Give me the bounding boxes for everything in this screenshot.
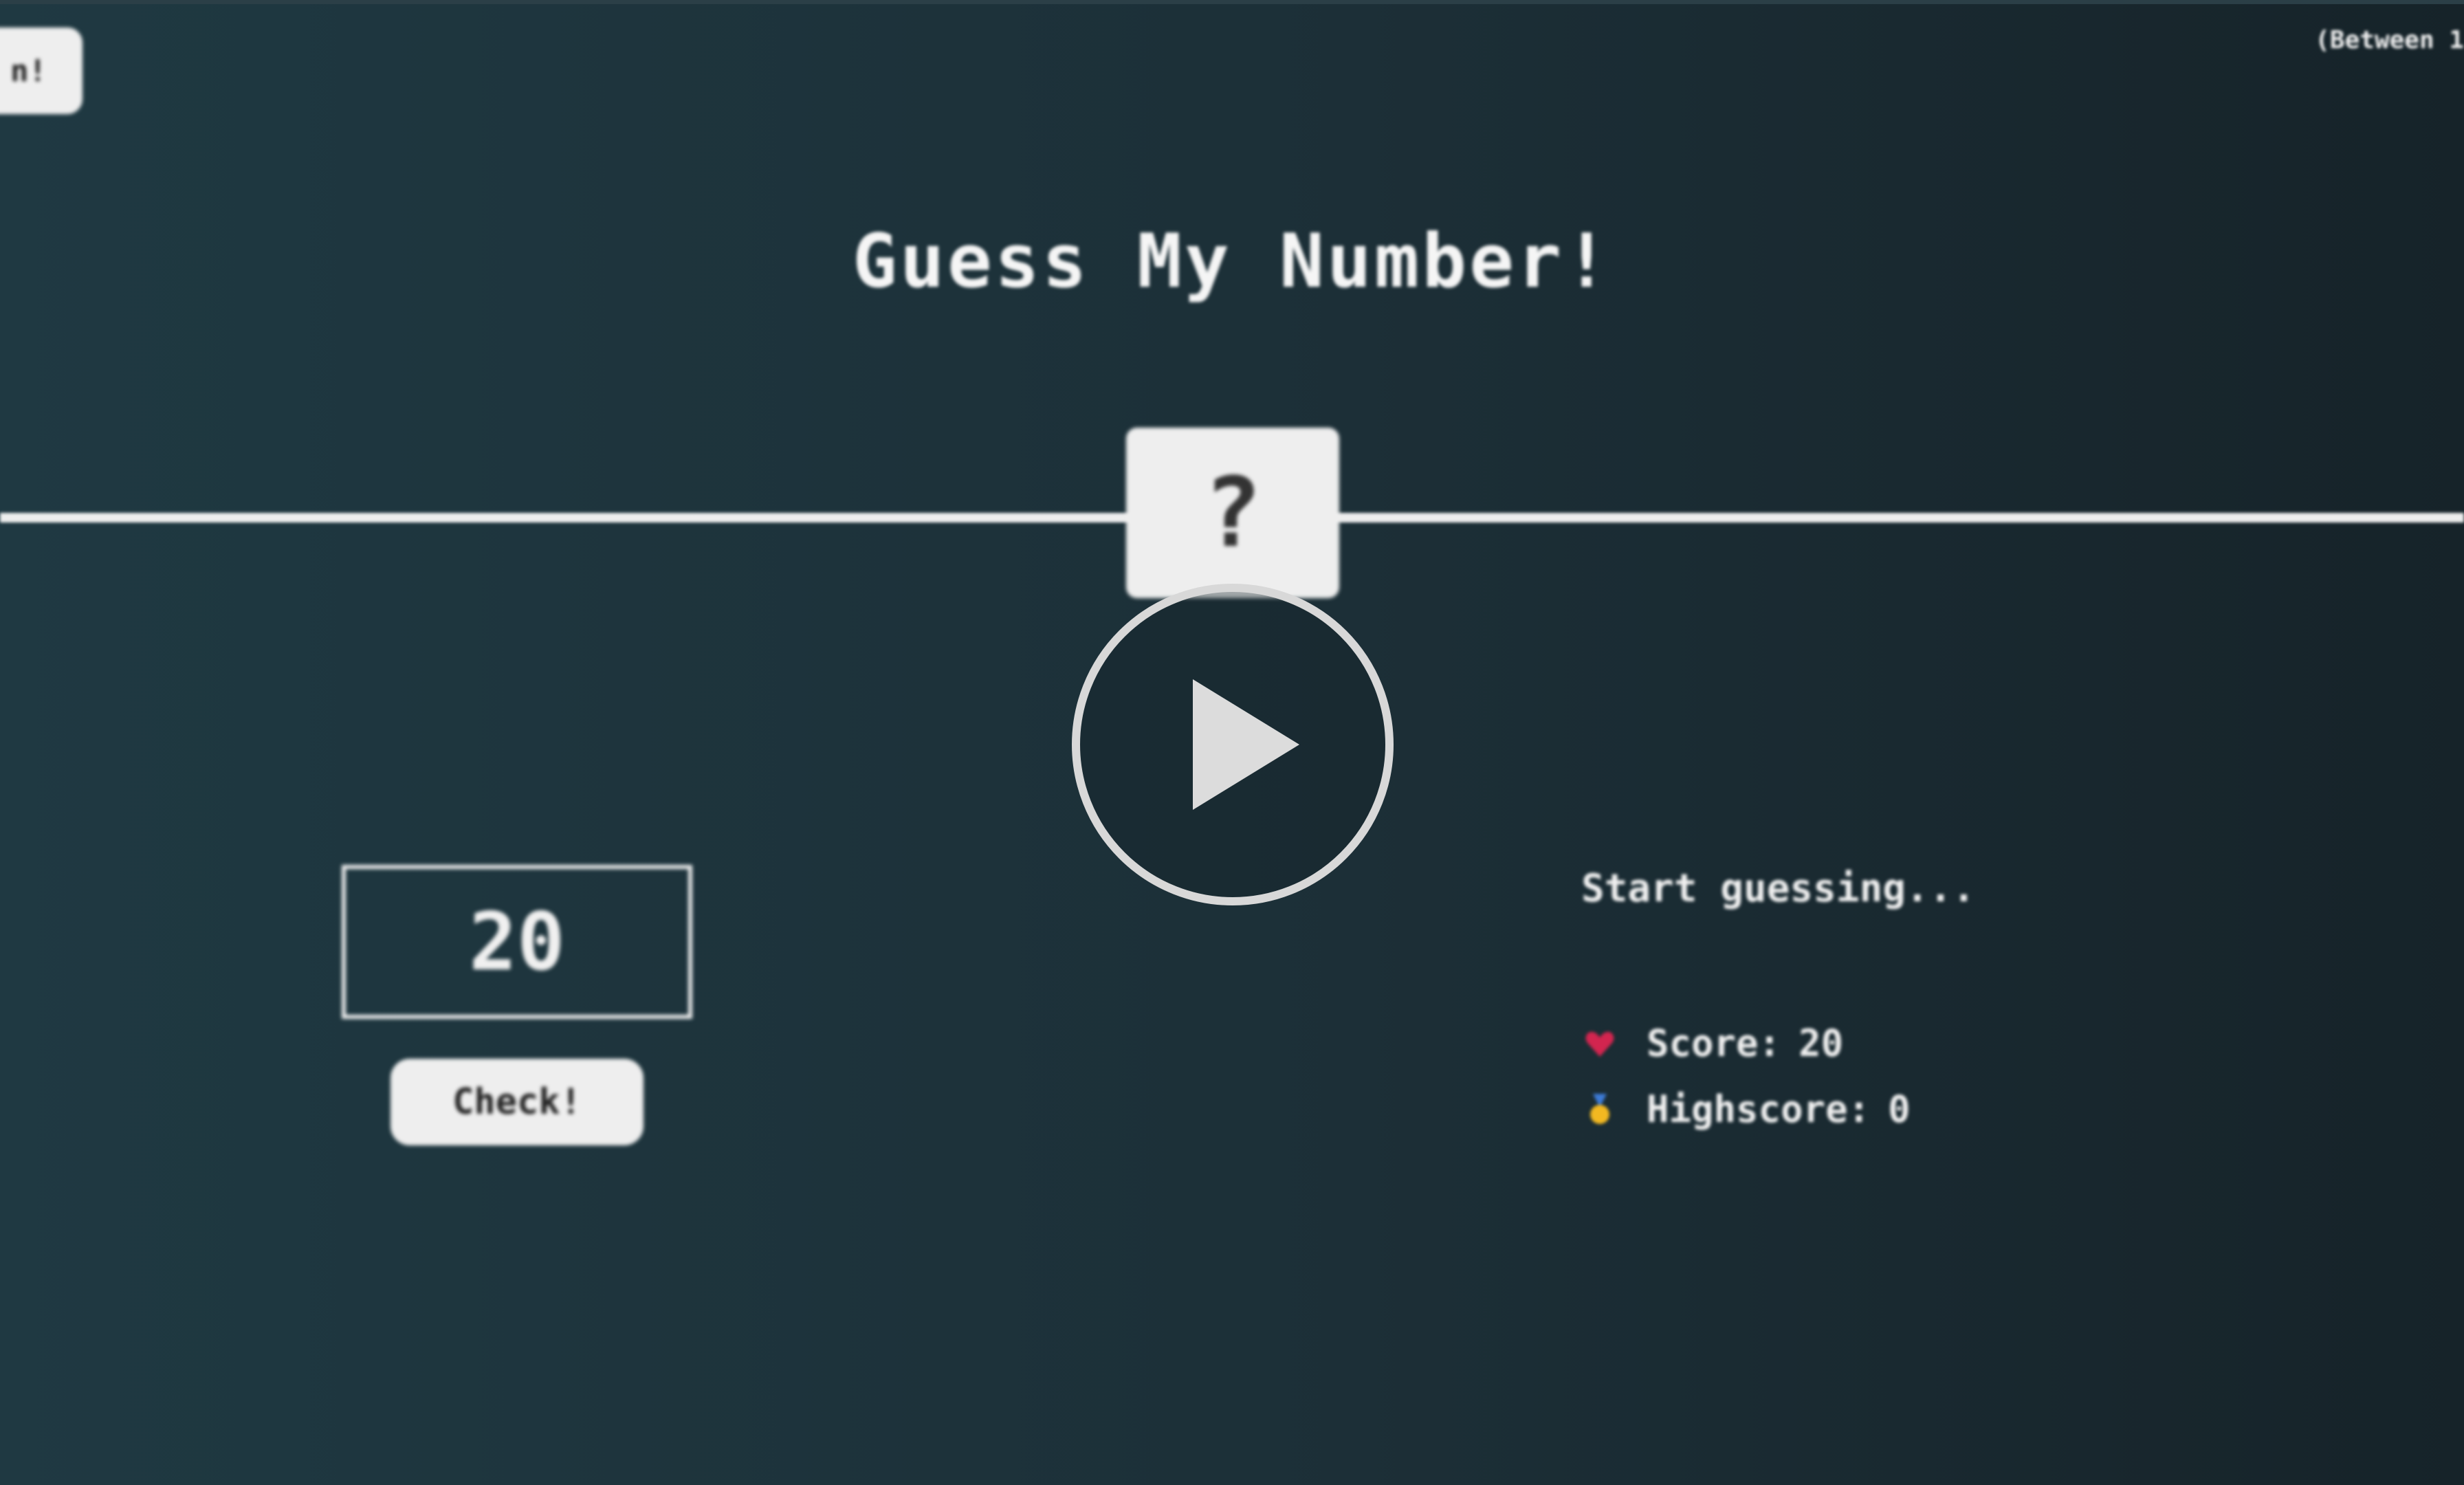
guess-input-value: 20 xyxy=(469,895,565,989)
again-button[interactable]: n! xyxy=(0,28,82,114)
game-title: Guess My Number! xyxy=(852,219,1612,305)
status-message: Start guessing... xyxy=(1581,866,1976,911)
highscore-label: Highscore: xyxy=(1647,1088,1871,1131)
range-hint: (Between 1 xyxy=(2315,26,2464,54)
check-button[interactable]: Check! xyxy=(390,1059,644,1145)
highscore-value: 0 xyxy=(1888,1088,1911,1131)
heart-icon xyxy=(1585,1031,1614,1057)
guess-input[interactable]: 20 xyxy=(342,865,692,1019)
score-label: Score: xyxy=(1647,1022,1781,1065)
secret-number-box: ? xyxy=(1126,428,1339,598)
check-button-label: Check! xyxy=(452,1081,582,1123)
medal-icon xyxy=(1590,1093,1609,1124)
again-button-label: n! xyxy=(10,53,47,89)
top-border xyxy=(0,0,2464,4)
score-value: 20 xyxy=(1798,1022,1844,1065)
secret-number: ? xyxy=(1203,456,1262,569)
play-icon[interactable] xyxy=(1071,583,1394,906)
score-row: Score: 20 xyxy=(1585,1022,1843,1065)
highscore-row: Highscore: 0 xyxy=(1585,1088,1911,1131)
